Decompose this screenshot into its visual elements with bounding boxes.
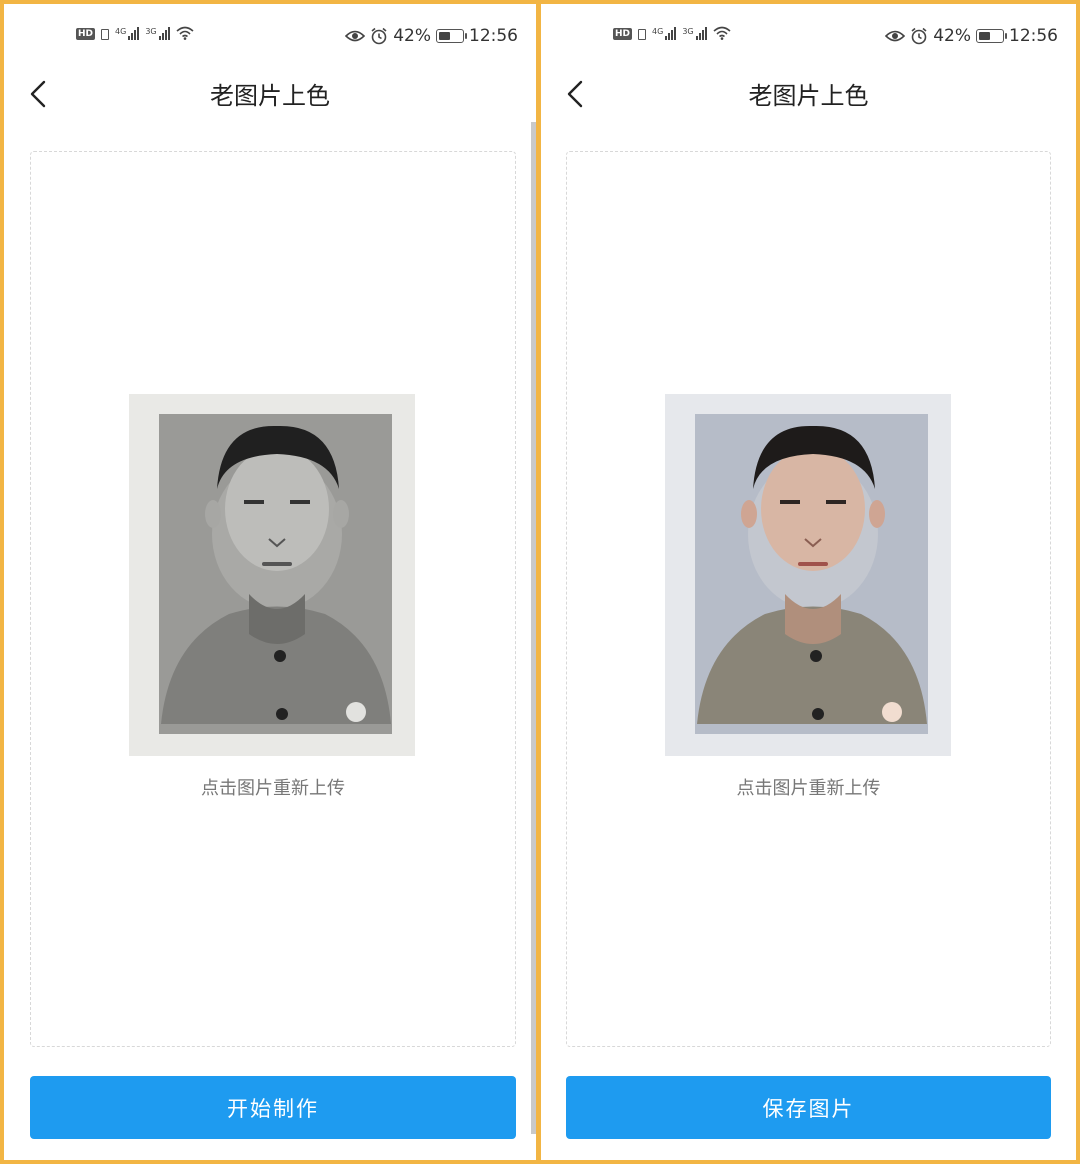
status-left: HD 4G 3G: [76, 26, 194, 40]
battery-icon: [976, 29, 1007, 43]
save-image-button[interactable]: 保存图片: [566, 1076, 1051, 1139]
start-button[interactable]: 开始制作: [30, 1076, 516, 1139]
title-bar: 老图片上色: [541, 64, 1076, 124]
uploaded-photo[interactable]: [665, 394, 951, 756]
hd-badge: HD: [76, 28, 96, 40]
alarm-icon: [371, 27, 387, 45]
reupload-hint: 点击图片重新上传: [201, 778, 345, 799]
sim-icon: [638, 29, 647, 40]
status-left: HD 4G 3G: [613, 26, 731, 40]
battery-percent: 42%: [933, 26, 971, 46]
wifi-icon: [713, 26, 731, 40]
signal-icon-4g: 4G: [115, 27, 140, 40]
hd-badge: HD: [613, 28, 633, 40]
portrait-image: [129, 394, 415, 756]
eye-icon: [885, 30, 906, 42]
scrollbar[interactable]: [531, 122, 536, 1134]
status-right: 42% 12:56: [345, 26, 518, 46]
page-title: 老图片上色: [748, 82, 869, 110]
upload-area[interactable]: 点击图片重新上传: [30, 151, 516, 1047]
battery-icon: [436, 29, 467, 43]
status-right: 42% 12:56: [885, 26, 1058, 46]
screen-after: HD 4G 3G 42% 12:56 老图片上色 点击图片重新上传 保存图片: [541, 4, 1076, 1160]
battery-percent: 42%: [393, 26, 431, 46]
signal-icon-3g: 3G: [145, 27, 170, 40]
wifi-icon: [176, 26, 194, 40]
upload-area[interactable]: 点击图片重新上传: [566, 151, 1051, 1047]
reupload-hint: 点击图片重新上传: [736, 778, 881, 799]
signal-icon-3g: 3G: [682, 27, 707, 40]
clock: 12:56: [1009, 26, 1058, 46]
portrait-image: [665, 394, 951, 756]
uploaded-photo[interactable]: [129, 394, 415, 756]
title-bar: 老图片上色: [4, 64, 536, 124]
alarm-icon: [911, 27, 927, 45]
page-title: 老图片上色: [210, 82, 330, 110]
sim-icon: [101, 29, 110, 40]
clock: 12:56: [469, 26, 518, 46]
screen-before: HD 4G 3G 42% 12:56 老图片上色 点击图片重新上传 开始制作: [4, 4, 536, 1160]
eye-icon: [345, 30, 366, 42]
signal-icon-4g: 4G: [652, 27, 677, 40]
